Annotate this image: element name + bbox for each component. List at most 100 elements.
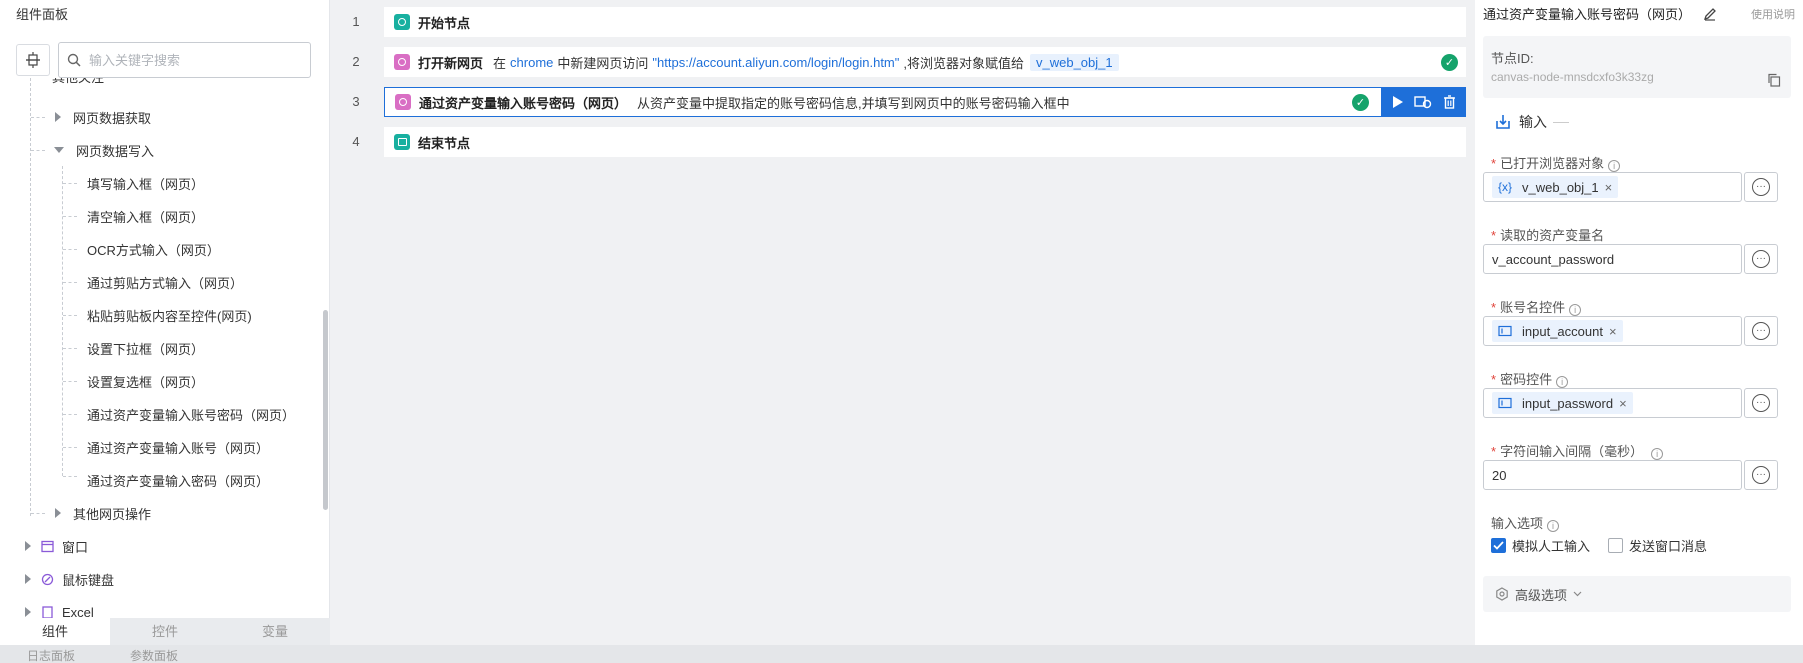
- tree-connector: [63, 414, 77, 415]
- password-ctrl-field[interactable]: input_password ×: [1483, 388, 1742, 418]
- info-icon[interactable]: i: [1651, 448, 1664, 460]
- interval-field[interactable]: 20: [1483, 460, 1742, 490]
- tree-item-asset-account[interactable]: 通过资产变量输入账号（网页）: [87, 433, 269, 461]
- node-action-bar: [1381, 87, 1465, 117]
- more-icon: ···: [1752, 466, 1770, 484]
- tree-item-clipboard-input[interactable]: 通过剪贴方式输入（网页）: [87, 268, 243, 296]
- interval-more-button[interactable]: ···: [1744, 460, 1778, 490]
- browser-obj-more-button[interactable]: ···: [1744, 172, 1778, 202]
- input-options-group: 模拟人工输入 发送窗口消息: [1491, 536, 1707, 555]
- control-icon: [1498, 397, 1512, 409]
- tree-category-mouse-keyboard[interactable]: 鼠标键盘: [25, 565, 114, 593]
- tree-connector: [31, 513, 45, 514]
- tree-item-paste-clipboard[interactable]: 粘贴剪贴板内容至控件(网页): [87, 301, 252, 329]
- advanced-options-label: 高级选项: [1515, 587, 1568, 603]
- bottom-panel-bar: 日志面板 参数面板: [0, 645, 1803, 663]
- more-icon: ···: [1752, 394, 1770, 412]
- simulate-input-checkbox[interactable]: 模拟人工输入: [1491, 536, 1590, 555]
- asset-var-field[interactable]: v_account_password: [1483, 244, 1742, 274]
- account-ctrl-field[interactable]: input_account ×: [1483, 316, 1742, 346]
- tab-controls[interactable]: 控件: [110, 618, 220, 645]
- delete-icon[interactable]: [1443, 95, 1456, 109]
- checkbox-label: 发送窗口消息: [1629, 539, 1708, 554]
- row-number: 4: [352, 134, 360, 149]
- row-number: 2: [352, 54, 360, 69]
- node-id-label: 节点ID:: [1491, 51, 1534, 66]
- node-desc-text: ,将浏览器对象赋值给: [903, 55, 1024, 71]
- browser-obj-field[interactable]: {x} v_web_obj_1 ×: [1483, 172, 1742, 202]
- tree-group-web-data-write[interactable]: 网页数据写入: [54, 136, 154, 164]
- node-title: 打开新网页: [418, 55, 484, 71]
- info-icon[interactable]: i: [1569, 304, 1582, 316]
- field-label-interval: * 字符间输入间隔（毫秒） i: [1491, 441, 1664, 460]
- copy-icon[interactable]: [1767, 73, 1781, 87]
- tab-components[interactable]: 组件: [0, 618, 110, 645]
- component-search-input[interactable]: [89, 52, 289, 68]
- more-icon: ···: [1752, 250, 1770, 268]
- flow-row: 1 开始节点: [331, 7, 1474, 37]
- flow-node-open-webpage[interactable]: 打开新网页 在 chrome 中新建网页访问 "https://account.…: [384, 47, 1466, 77]
- row-number: 1: [352, 14, 360, 29]
- input-section-header: 输入: [1495, 112, 1569, 132]
- caret-down-icon: [54, 147, 64, 153]
- component-search-box[interactable]: [58, 42, 311, 78]
- advanced-options-toggle[interactable]: 高级选项: [1483, 576, 1791, 612]
- asset-var-more-button[interactable]: ···: [1744, 244, 1778, 274]
- control-chip: input_account ×: [1492, 320, 1623, 342]
- account-ctrl-more-button[interactable]: ···: [1744, 316, 1778, 346]
- param-panel-tab[interactable]: 参数面板: [130, 647, 178, 663]
- tree-guide-line: [62, 166, 63, 476]
- tree-category-excel[interactable]: Excel: [25, 598, 94, 618]
- variable-chip: {x} v_web_obj_1 ×: [1492, 176, 1619, 198]
- node-desc-text: 在: [493, 55, 507, 71]
- info-icon[interactable]: i: [1547, 520, 1560, 532]
- run-icon[interactable]: [1390, 95, 1404, 109]
- caret-right-icon: [25, 574, 31, 584]
- checkbox-unchecked-icon: [1608, 538, 1624, 553]
- tree-item-asset-password[interactable]: 通过资产变量输入密码（网页）: [87, 466, 269, 494]
- close-icon[interactable]: ×: [1605, 180, 1613, 195]
- tree-group-other-web-ops[interactable]: 其他网页操作: [55, 499, 151, 527]
- info-icon[interactable]: i: [1608, 160, 1621, 172]
- node-title: 开始节点: [418, 15, 471, 31]
- chevron-down-icon: [1573, 591, 1582, 597]
- tree-category-label: Excel: [62, 604, 94, 619]
- tree-group-web-data-get[interactable]: 网页数据获取: [55, 103, 151, 131]
- tree-item-set-checkbox[interactable]: 设置复选框（网页）: [87, 367, 204, 395]
- chip-value: v_web_obj_1: [1522, 179, 1599, 195]
- help-link[interactable]: 使用说明: [1751, 6, 1795, 22]
- start-node-icon: [394, 14, 410, 30]
- close-icon[interactable]: ×: [1619, 396, 1627, 411]
- tree-connector: [63, 315, 77, 316]
- tab-variables[interactable]: 变量: [220, 618, 330, 645]
- node-desc-text: 从资产变量中提取指定的账号密码信息,并填写到网页中的账号密码输入框中: [637, 95, 1070, 111]
- tree-item-partial[interactable]: 其他关注: [52, 78, 104, 90]
- info-icon[interactable]: i: [1556, 376, 1569, 388]
- tree-item-asset-account-password[interactable]: 通过资产变量输入账号密码（网页）: [87, 400, 295, 428]
- log-panel-tab[interactable]: 日志面板: [27, 647, 75, 663]
- close-icon[interactable]: ×: [1609, 324, 1617, 339]
- tree-category-window[interactable]: 窗口: [25, 532, 88, 560]
- send-window-message-checkbox[interactable]: 发送窗口消息: [1608, 536, 1707, 555]
- tree-item-set-dropdown[interactable]: 设置下拉框（网页）: [87, 334, 204, 362]
- tree-item-fill-input[interactable]: 填写输入框（网页）: [87, 169, 204, 197]
- field-row-password-ctrl: input_password × ···: [1483, 388, 1791, 418]
- debug-icon[interactable]: [1414, 95, 1432, 109]
- tree-scrollbar[interactable]: [323, 310, 328, 510]
- tree-connector: [31, 150, 45, 151]
- tree-item-clear-input[interactable]: 清空输入框（网页）: [87, 202, 204, 230]
- edit-icon[interactable]: [1703, 7, 1717, 21]
- flow-node-end[interactable]: 结束节点: [384, 127, 1466, 157]
- search-icon: [67, 53, 81, 67]
- password-ctrl-more-button[interactable]: ···: [1744, 388, 1778, 418]
- node-title: 通过资产变量输入账号密码（网页）: [419, 95, 628, 111]
- tree-item-ocr-input[interactable]: OCR方式输入（网页）: [87, 235, 220, 263]
- field-label-browser-obj: * 已打开浏览器对象 i: [1491, 153, 1621, 172]
- collapse-all-button[interactable]: [16, 44, 50, 76]
- window-icon: [41, 540, 54, 552]
- input-icon: [1496, 115, 1510, 129]
- flow-node-asset-account-password[interactable]: 通过资产变量输入账号密码（网页） 从资产变量中提取指定的账号密码信息,并填写到网…: [384, 87, 1466, 117]
- flow-node-start[interactable]: 开始节点: [384, 7, 1466, 37]
- tree-group-label: 其他网页操作: [73, 506, 152, 522]
- component-tree: 其他关注 网页数据获取 网页数据写入 填写输入框（网页） 清空输入框（网页） O…: [0, 78, 318, 618]
